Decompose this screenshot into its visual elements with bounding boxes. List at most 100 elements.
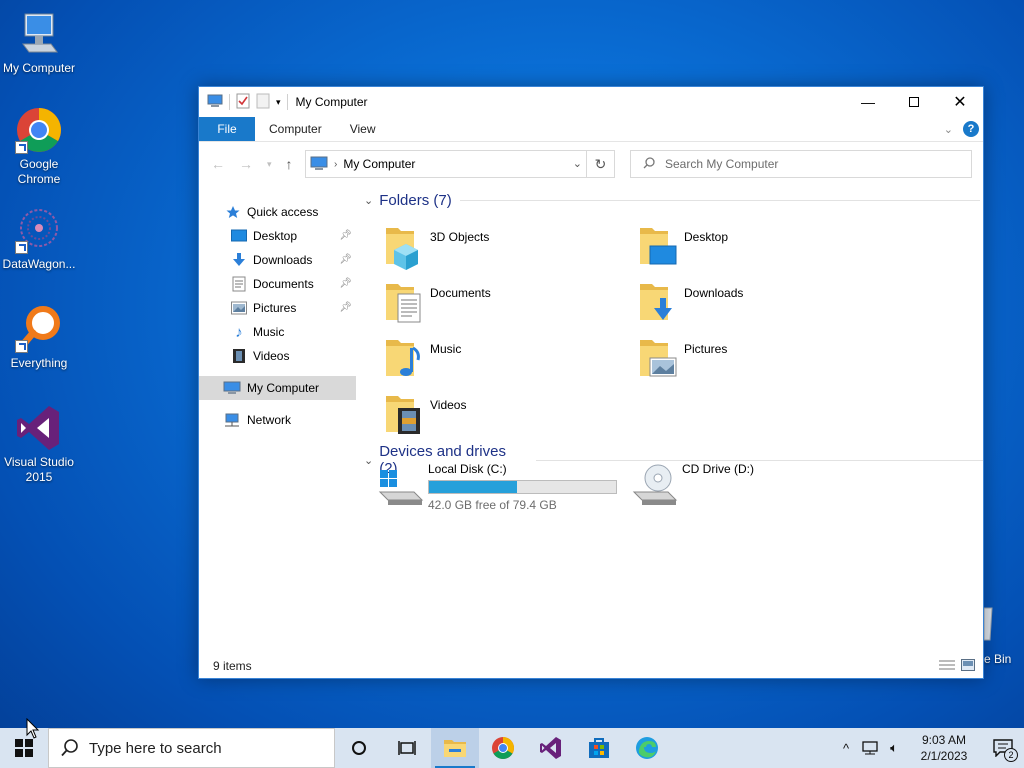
large-icons-view-icon[interactable] [961, 659, 975, 674]
forward-arrow-icon[interactable]: → [239, 156, 253, 172]
minimize-button[interactable]: — [845, 87, 891, 117]
desktop-icon-label: DataWagon... [2, 257, 76, 271]
folder-name: Pictures [684, 342, 728, 356]
nav-item-desktop[interactable]: Desktop 📌︎ [199, 224, 356, 248]
taskbar: ^ 🔈︎ 9:03 AM 2/1/2023 2 [0, 728, 1024, 768]
folder-desktop[interactable]: Desktop [638, 222, 878, 270]
nav-item-videos[interactable]: Videos [199, 344, 356, 368]
music-folder-icon [384, 334, 424, 382]
refresh-icon[interactable]: ↻ [586, 151, 614, 177]
folder-pictures[interactable]: Pictures [638, 334, 878, 382]
collapse-chevron-icon: ⌄ [364, 195, 374, 207]
task-view-button[interactable] [383, 728, 431, 768]
tab-file[interactable]: File [199, 117, 255, 141]
visual-studio-icon [540, 737, 561, 759]
quick-access-toolbar: ▾ [199, 93, 288, 112]
action-center-button[interactable]: 2 [982, 728, 1024, 768]
store-icon [589, 738, 609, 758]
pin-icon[interactable]: 📌︎ [339, 278, 352, 289]
volume-icon[interactable]: 🔈︎ [882, 740, 906, 756]
network-icon[interactable] [858, 741, 882, 755]
close-icon: ✕ [953, 94, 967, 111]
recent-locations-icon[interactable]: ▾ [267, 156, 272, 172]
maximize-button[interactable] [891, 87, 937, 117]
clock[interactable]: 9:03 AM 2/1/2023 [906, 732, 982, 764]
folder-name: Documents [430, 286, 491, 300]
start-button[interactable] [0, 728, 48, 768]
show-hidden-icons-chevron-icon[interactable]: ^ [834, 741, 858, 756]
drive-usage-bar [428, 480, 617, 494]
expand-ribbon-icon[interactable]: ⌄ [944, 123, 953, 136]
pictures-folder-icon [638, 334, 678, 382]
pin-icon[interactable]: 📌︎ [339, 254, 352, 265]
help-icon[interactable]: ? [963, 121, 979, 137]
nav-item-quick-access[interactable]: Quick access [199, 200, 356, 224]
tab-computer[interactable]: Computer [255, 117, 336, 141]
drive-local-disk-c[interactable]: Local Disk (C:) 42.0 GB free of 79.4 GB [378, 462, 617, 512]
taskbar-edge[interactable] [623, 728, 671, 768]
back-arrow-icon[interactable]: ← [211, 156, 225, 172]
notification-count-badge: 2 [1004, 748, 1018, 762]
taskbar-search-input[interactable] [89, 739, 319, 757]
group-header-folders[interactable]: ⌄ Folders (7) [364, 192, 980, 209]
new-folder-icon[interactable] [256, 93, 270, 112]
folder-3d-objects[interactable]: 3D Objects [384, 222, 624, 270]
pin-icon[interactable]: 📌︎ [339, 230, 352, 241]
folder-name: 3D Objects [430, 230, 490, 244]
shortcut-arrow-icon [15, 340, 28, 353]
cortana-button[interactable] [335, 728, 383, 768]
folder-videos[interactable]: Videos [384, 390, 624, 438]
folder-name: Desktop [684, 230, 729, 244]
search-box[interactable] [630, 150, 972, 178]
folder-documents[interactable]: Documents [384, 278, 624, 326]
nav-item-label: Pictures [253, 301, 297, 315]
breadcrumb-chevron-icon[interactable]: › [334, 159, 337, 170]
taskbar-search-box[interactable] [48, 728, 335, 768]
address-history-dropdown-icon[interactable]: ⌄ [573, 157, 582, 170]
nav-item-network[interactable]: Network [199, 408, 356, 432]
search-icon [643, 156, 655, 172]
nav-item-label: My Computer [247, 381, 320, 395]
taskbar-file-explorer[interactable] [431, 728, 479, 768]
folder-music[interactable]: Music [384, 334, 624, 382]
computer-icon [207, 93, 223, 112]
desktop-icon-my-computer[interactable]: My Computer [0, 10, 78, 76]
desktop-icon-visual-studio[interactable]: Visual Studio 2015 [0, 404, 78, 485]
nav-item-downloads[interactable]: Downloads 📌︎ [199, 248, 356, 272]
desktop-folder-icon [638, 222, 678, 270]
shortcut-arrow-icon [15, 141, 28, 154]
taskbar-microsoft-store[interactable] [575, 728, 623, 768]
task-view-icon [398, 741, 416, 755]
details-view-icon[interactable] [939, 659, 955, 674]
taskbar-visual-studio[interactable] [527, 728, 575, 768]
navigation-pane: Quick access Desktop 📌︎ Downloads 📌︎ Doc… [199, 186, 356, 654]
nav-item-label: Quick access [247, 205, 319, 219]
taskbar-chrome[interactable] [479, 728, 527, 768]
search-input[interactable] [665, 157, 945, 171]
address-bar[interactable]: › My Computer ⌄ ↻ [305, 150, 615, 178]
desktop-icon-datawagon[interactable]: DataWagon... [0, 206, 78, 272]
up-arrow-icon[interactable]: ↑ [286, 156, 293, 172]
close-button[interactable]: ✕ [937, 87, 983, 117]
title-bar[interactable]: ▾ My Computer — ✕ [199, 87, 983, 117]
pin-icon[interactable]: 📌︎ [339, 302, 352, 313]
folder-downloads[interactable]: Downloads [638, 278, 878, 326]
download-arrow-icon [231, 252, 247, 268]
nav-item-pictures[interactable]: Pictures 📌︎ [199, 296, 356, 320]
nav-item-my-computer[interactable]: My Computer [199, 376, 356, 400]
tab-view[interactable]: View [336, 117, 390, 141]
desktop-icon-everything[interactable]: Everything [0, 305, 78, 371]
nav-item-music[interactable]: ♪ Music [199, 320, 356, 344]
file-explorer-icon [444, 740, 466, 757]
picture-icon [231, 300, 247, 316]
desktop-icon-google-chrome[interactable]: Google Chrome [0, 106, 78, 187]
drive-cd-d[interactable]: CD Drive (D:) [632, 462, 754, 506]
desktop-icon-recycle-bin[interactable]: e Bin [983, 604, 1024, 674]
videos-folder-icon [384, 390, 424, 438]
nav-item-documents[interactable]: Documents 📌︎ [199, 272, 356, 296]
customize-toolbar-dropdown-icon[interactable]: ▾ [276, 97, 281, 108]
document-icon [231, 276, 247, 292]
windows-logo-icon [15, 739, 33, 757]
properties-icon[interactable] [236, 93, 250, 112]
status-bar: 9 items [199, 654, 983, 678]
